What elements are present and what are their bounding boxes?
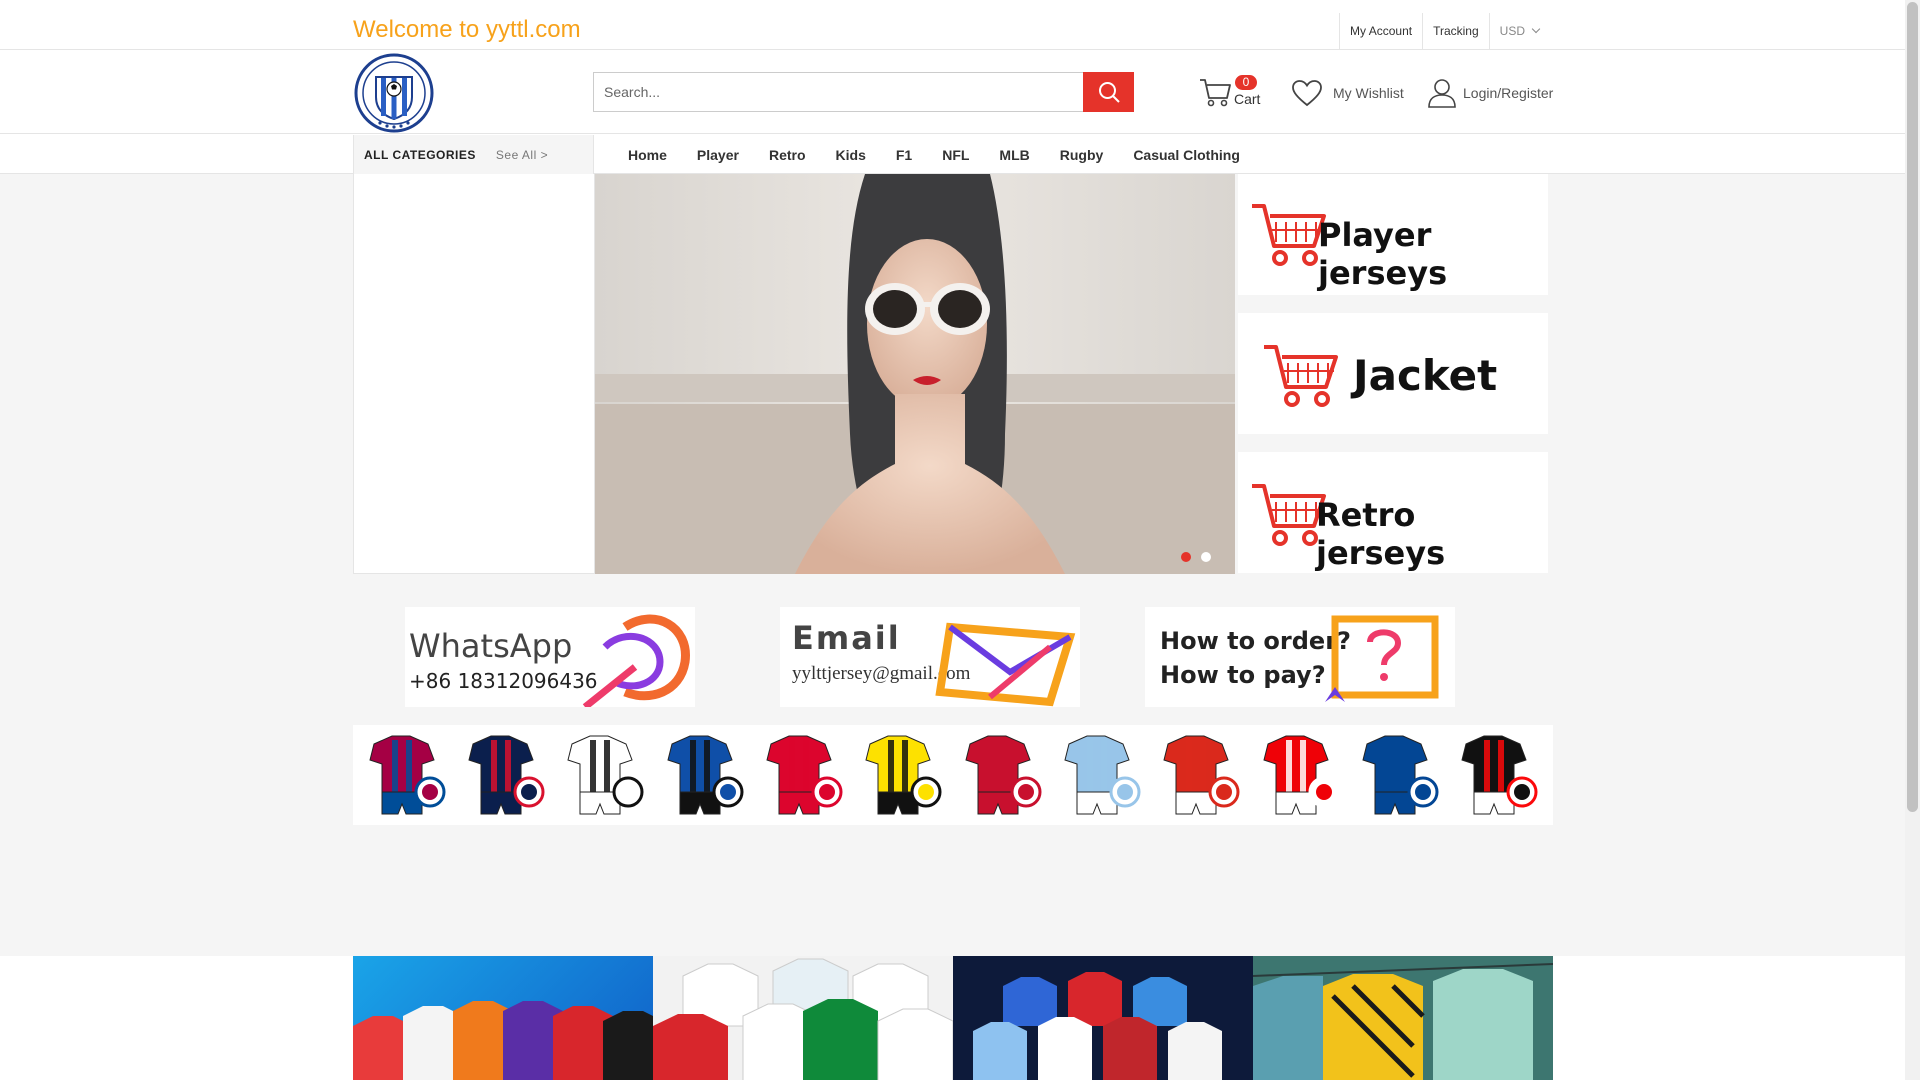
nav-item-mlb[interactable]: MLB: [984, 147, 1044, 163]
login-register-label: Login/Register: [1463, 85, 1554, 101]
nav-item-kids[interactable]: Kids: [821, 147, 881, 163]
email-banner[interactable]: Email yylttjersey@gmail.com: [780, 607, 1080, 707]
heart-icon: [1292, 80, 1322, 107]
team-kits-banner[interactable]: [353, 725, 1553, 825]
cart-button[interactable]: 0 Cart: [1199, 73, 1269, 113]
team-kit-arsenal[interactable]: [1256, 730, 1346, 820]
all-categories-label: ALL CATEGORIES: [364, 147, 476, 162]
top-bar: Welcome to yyttl.com My Account Tracking…: [0, 13, 1905, 50]
hero-slider[interactable]: [595, 174, 1235, 574]
how-to-order-banner[interactable]: How to order? How to pay?: [1145, 607, 1455, 707]
promo-retro-jerseys[interactable]: Retro jerseys: [1238, 452, 1548, 573]
welcome-text: Welcome to yyttl.com: [353, 16, 581, 43]
wishlist-link[interactable]: My Wishlist: [1291, 75, 1404, 111]
nav-item-player[interactable]: Player: [682, 147, 754, 163]
team-kit-ac-milan[interactable]: [1454, 730, 1544, 820]
category-tile-3[interactable]: [953, 956, 1253, 1080]
search-input[interactable]: [593, 72, 1083, 112]
slider-dots: [1181, 552, 1211, 562]
team-kit-bayern[interactable]: [759, 730, 849, 820]
chevron-down-icon: [1531, 24, 1541, 34]
category-panel: [353, 174, 595, 574]
chat-swirl-graphic: [582, 614, 690, 707]
promo-retro-text: Retro jerseys: [1316, 496, 1446, 572]
envelope-graphic: [935, 622, 1076, 707]
question-box-graphic: [1325, 615, 1439, 702]
national-shirts-image: [653, 958, 953, 1080]
nav-menu: Home Player Retro Kids F1 NFL MLB Rugby …: [613, 135, 1255, 174]
scrollbar-thumb[interactable]: [1907, 2, 1918, 812]
team-kit-inter[interactable]: [660, 730, 750, 820]
nav-item-f1[interactable]: F1: [881, 147, 927, 163]
club-shirts-image: [353, 1001, 653, 1080]
world-shirts-image: [973, 972, 1222, 1080]
wishlist-label: My Wishlist: [1333, 85, 1404, 101]
team-kit-liverpool[interactable]: [958, 730, 1048, 820]
category-tile-1[interactable]: [353, 956, 653, 1080]
promo-player-jerseys[interactable]: Player jerseys: [1238, 174, 1548, 295]
team-kit-chelsea[interactable]: [1355, 730, 1445, 820]
page: Welcome to yyttl.com My Account Tracking…: [0, 0, 1920, 1080]
cart-label: Cart: [1234, 91, 1261, 107]
my-account-link[interactable]: My Account: [1339, 13, 1422, 49]
cart-icon: [1200, 79, 1231, 107]
category-tiles: [353, 956, 1553, 1080]
main-nav: ALL CATEGORIES See All > Home Player Ret…: [0, 135, 1905, 174]
team-kit-juventus[interactable]: [560, 730, 650, 820]
nav-item-casual-clothing[interactable]: Casual Clothing: [1118, 147, 1255, 163]
user-icon: [1428, 79, 1456, 108]
tracking-link[interactable]: Tracking: [1422, 13, 1489, 49]
search-icon: [1098, 82, 1120, 103]
nav-item-rugby[interactable]: Rugby: [1045, 147, 1119, 163]
email-title: Email: [792, 619, 901, 657]
hanging-shirts-image: [1253, 956, 1553, 1080]
promo-jacket[interactable]: Jacket: [1238, 313, 1548, 434]
top-links: My Account Tracking USD: [1339, 13, 1553, 49]
team-kit-man-united[interactable]: [1156, 730, 1246, 820]
site-logo[interactable]: [354, 53, 434, 133]
header: 0 Cart My Wishlist Login/Register: [0, 50, 1905, 134]
team-kit-dortmund[interactable]: [858, 730, 948, 820]
team-kit-barcelona[interactable]: [362, 730, 452, 820]
see-all-link[interactable]: See All >: [496, 148, 548, 162]
slider-dot-2[interactable]: [1201, 552, 1211, 562]
shopping-cart-icon: [1264, 345, 1338, 407]
order-line-2: How to pay?: [1160, 661, 1326, 689]
login-register-link[interactable]: Login/Register: [1428, 75, 1553, 111]
team-kit-man-city[interactable]: [1057, 730, 1147, 820]
category-tile-4[interactable]: [1253, 956, 1553, 1080]
page-scrollbar[interactable]: [1905, 0, 1920, 1080]
currency-label: USD: [1499, 24, 1525, 38]
cart-count-badge: 0: [1235, 75, 1257, 90]
nav-item-retro[interactable]: Retro: [754, 147, 821, 163]
all-categories-toggle[interactable]: ALL CATEGORIES See All >: [353, 135, 594, 174]
whatsapp-banner[interactable]: WhatsApp +86 18312096436: [405, 607, 695, 707]
promo-player-text: Player jerseys: [1318, 216, 1448, 292]
whatsapp-title: WhatsApp: [409, 627, 573, 665]
nav-item-nfl[interactable]: NFL: [927, 147, 984, 163]
search-bar: [593, 72, 1134, 112]
nav-item-home[interactable]: Home: [613, 147, 682, 163]
slider-dot-1[interactable]: [1181, 552, 1191, 562]
category-tile-2[interactable]: [653, 956, 953, 1080]
search-button[interactable]: [1083, 72, 1134, 112]
hero-image: [595, 174, 1235, 574]
promo-jacket-text: Jacket: [1353, 351, 1498, 400]
currency-select[interactable]: USD: [1488, 13, 1553, 49]
team-kit-psg[interactable]: [461, 730, 551, 820]
